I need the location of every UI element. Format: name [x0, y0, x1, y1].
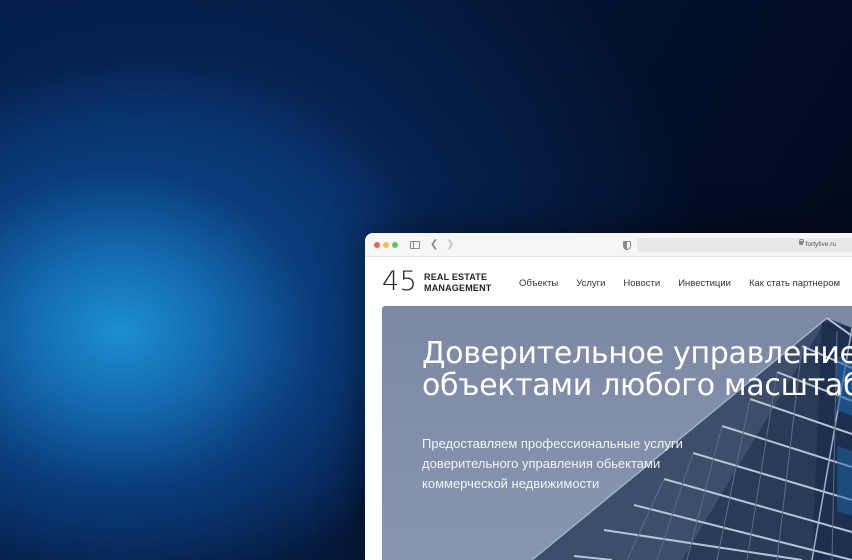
- hero-title: Доверительное управление объектами любог…: [422, 338, 852, 402]
- hero-title-line-2: объектами любого масштаба: [422, 368, 852, 403]
- browser-titlebar: ❮ ❯ fortyfive.ru: [365, 233, 852, 257]
- hero-subtitle-line-1: Предоставляем профессиональные услуги: [422, 436, 683, 451]
- nav-item-partner[interactable]: Как стать партнером: [749, 278, 840, 289]
- hero-title-line-1: Доверительное управление: [422, 336, 852, 371]
- hero-subtitle: Предоставляем профессиональные услуги до…: [422, 434, 722, 494]
- logo-line-2: MANAGEMENT: [424, 283, 492, 293]
- site-header: 45 REAL ESTATE MANAGEMENT Объекты Услуги…: [365, 257, 852, 306]
- nav-item-news[interactable]: Новости: [623, 278, 660, 289]
- logo-number[interactable]: 45: [382, 267, 417, 297]
- forward-icon[interactable]: ❯: [446, 239, 454, 251]
- minimize-window-button[interactable]: [383, 242, 389, 248]
- shield-icon[interactable]: [623, 241, 631, 250]
- sidebar-icon[interactable]: [410, 241, 420, 249]
- nav-item-objects[interactable]: Объекты: [519, 278, 558, 289]
- nav-item-investments[interactable]: Инвестиции: [678, 278, 731, 289]
- nav-item-services[interactable]: Услуги: [576, 278, 605, 289]
- hero-subtitle-line-3: коммерческой недвижимости: [422, 476, 600, 491]
- close-window-button[interactable]: [374, 242, 380, 248]
- hero-section: Доверительное управление объектами любог…: [382, 306, 852, 560]
- url-text: fortyfive.ru: [805, 241, 836, 248]
- lock-icon: [798, 238, 805, 246]
- logo-text[interactable]: REAL ESTATE MANAGEMENT: [424, 272, 492, 294]
- main-nav: Объекты Услуги Новости Инвестиции Как ст…: [519, 278, 852, 289]
- logo-line-1: REAL ESTATE: [424, 272, 488, 282]
- address-bar[interactable]: fortyfive.ru: [637, 238, 852, 252]
- hero-subtitle-line-2: доверительного управления обьектами: [422, 456, 661, 471]
- maximize-window-button[interactable]: [392, 242, 398, 248]
- browser-window: ❮ ❯ fortyfive.ru 45 REAL ESTATE MANAGEME…: [365, 233, 852, 560]
- back-icon[interactable]: ❮: [430, 239, 438, 251]
